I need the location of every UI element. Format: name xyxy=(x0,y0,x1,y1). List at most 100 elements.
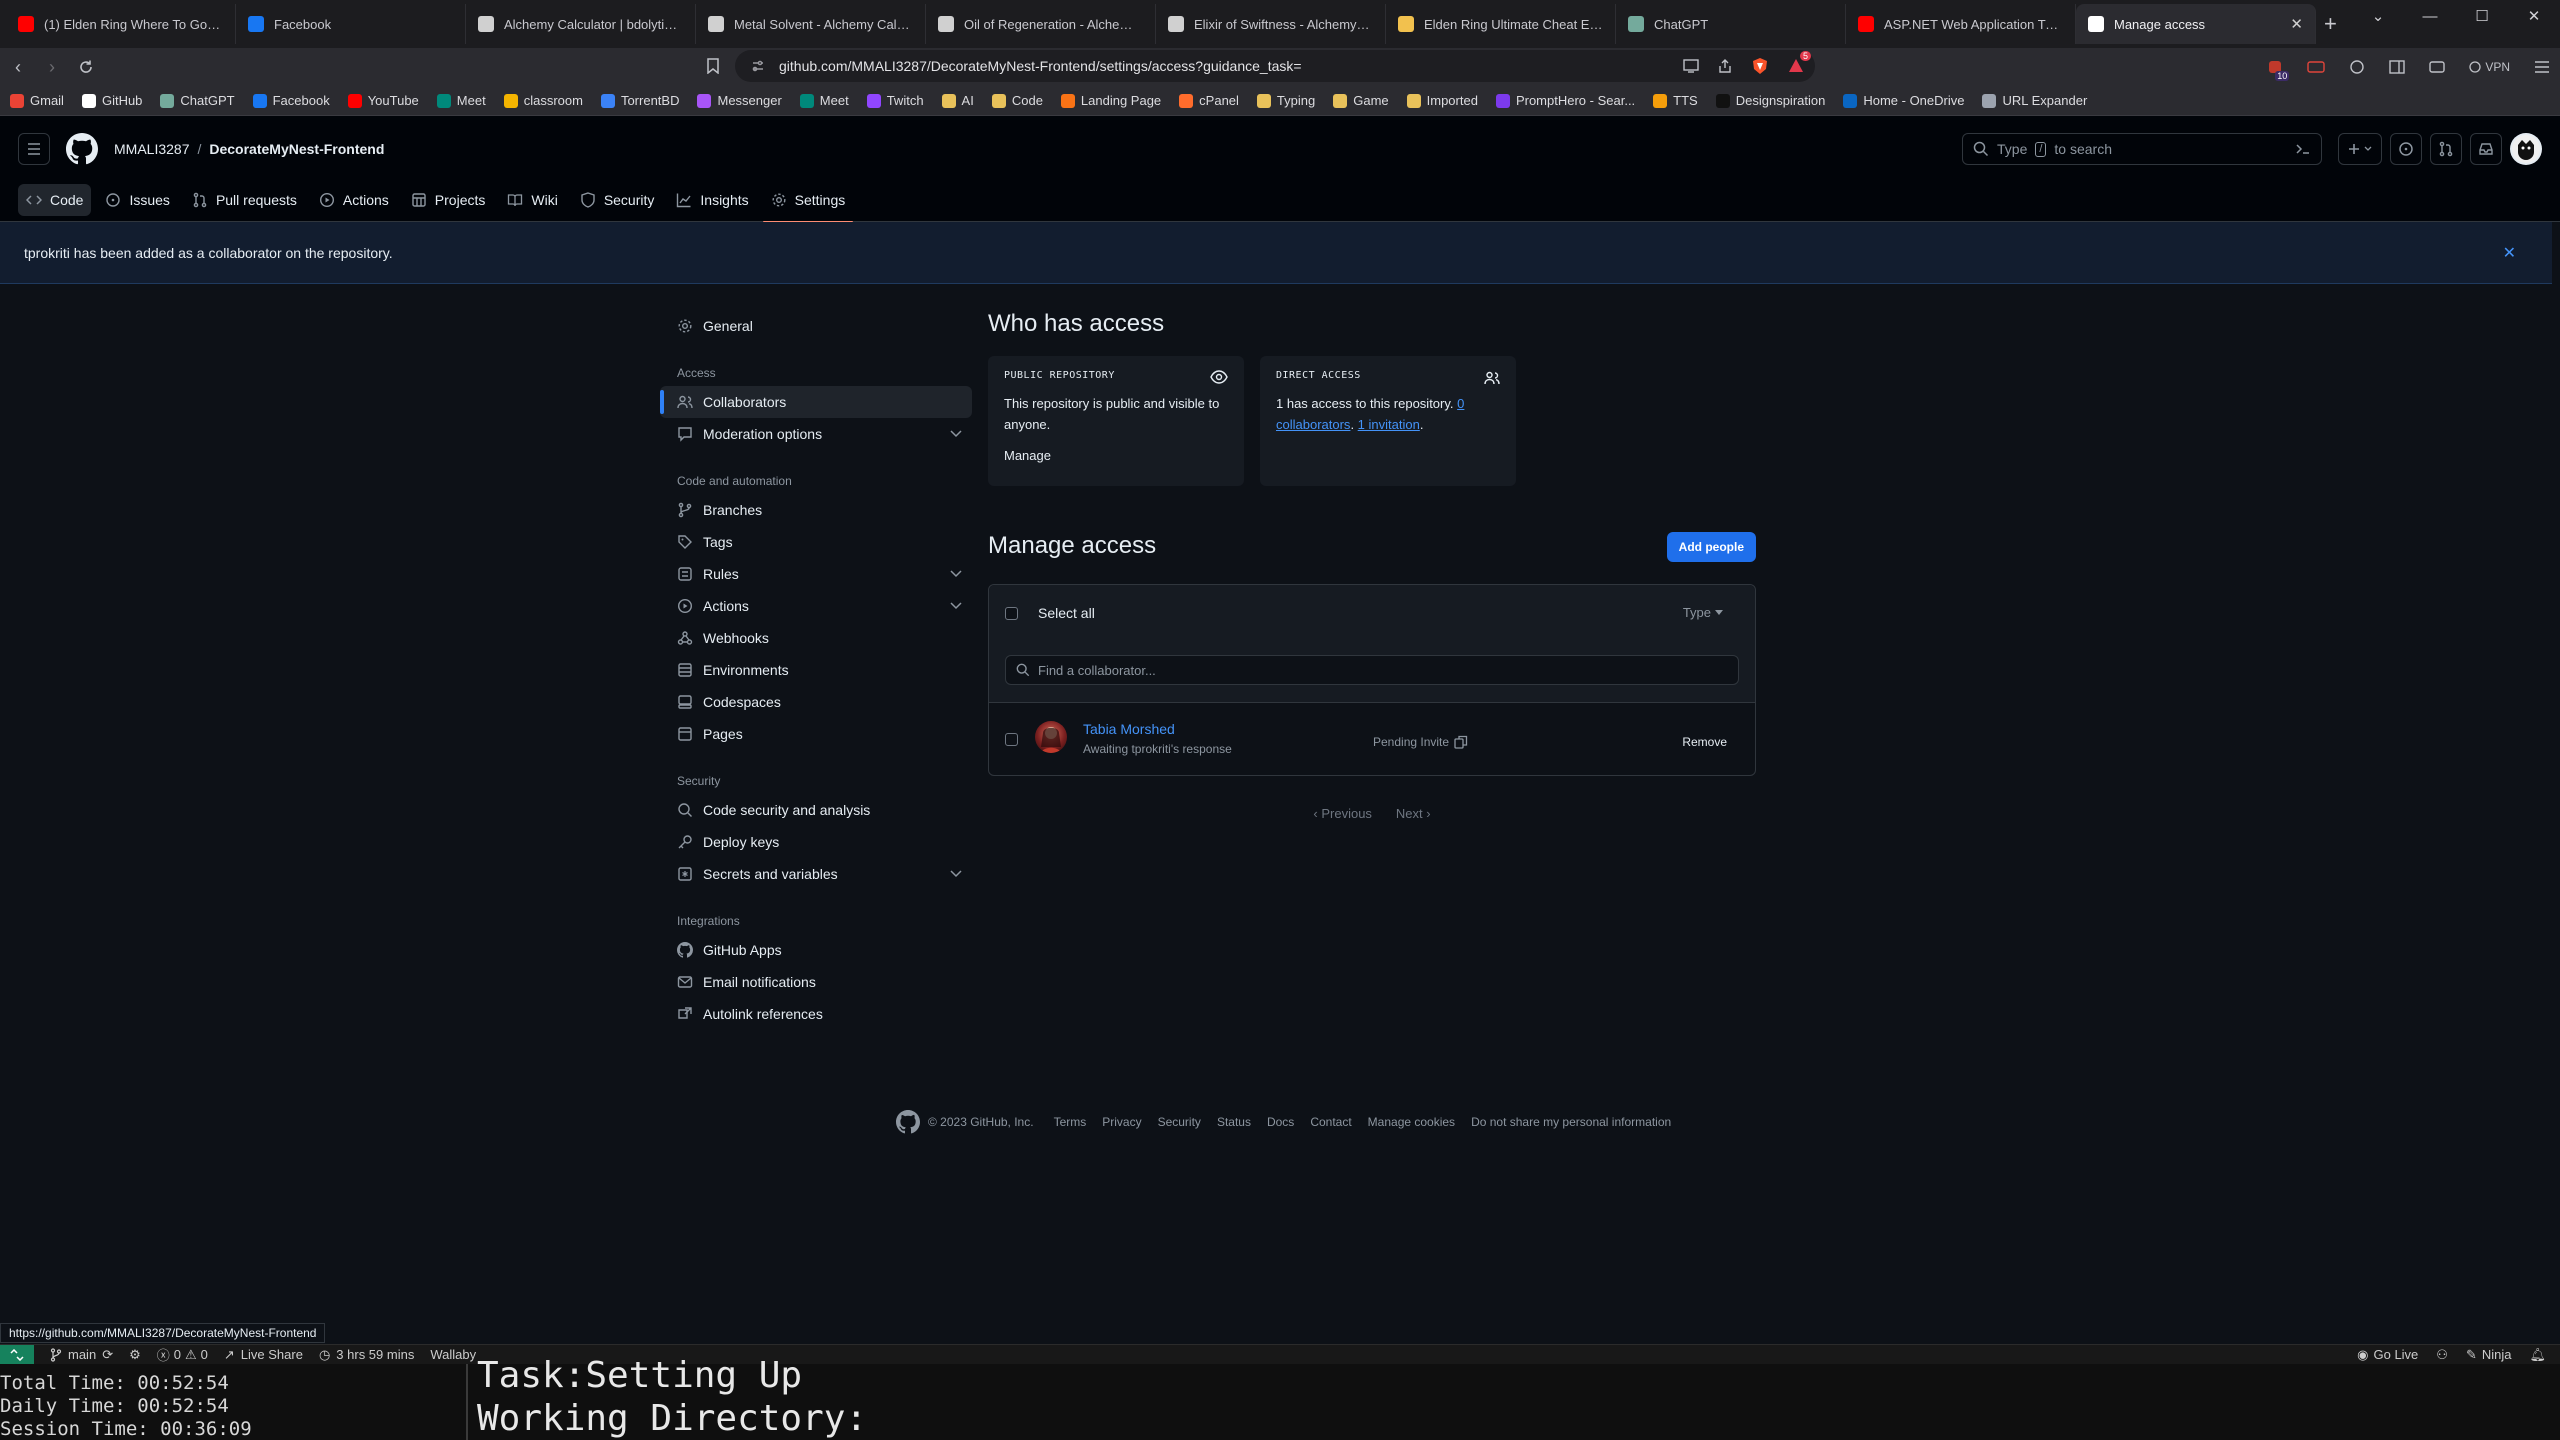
sidebar-item-actions[interactable]: Actions xyxy=(660,590,972,622)
share-icon[interactable] xyxy=(1717,58,1733,74)
close-window-icon[interactable]: ✕ xyxy=(2508,0,2560,32)
command-palette-icon[interactable] xyxy=(2295,141,2311,157)
new-tab-button[interactable]: + xyxy=(2324,11,2337,37)
bookmark-item[interactable]: YouTube xyxy=(347,93,419,108)
bookmark-item[interactable]: Typing xyxy=(1256,93,1315,108)
sidebar-item-rules[interactable]: Rules xyxy=(660,558,972,590)
repo-owner-link[interactable]: MMALI3287 xyxy=(114,141,189,157)
go-live-button[interactable]: ◉ Go Live xyxy=(2357,1347,2418,1363)
footer-link[interactable]: Security xyxy=(1158,1115,1201,1129)
vpn-button[interactable]: VPN xyxy=(2469,60,2510,74)
coding-time-indicator[interactable]: ◷ 3 hrs 59 mins xyxy=(319,1347,414,1363)
bookmark-item[interactable]: Home - OneDrive xyxy=(1843,93,1964,108)
sidebar-item-deploy-keys[interactable]: Deploy keys xyxy=(660,826,972,858)
browser-tab[interactable]: Oil of Regeneration - Alchemy Cal xyxy=(926,4,1156,44)
bookmark-item[interactable]: Imported xyxy=(1406,93,1478,108)
pull-requests-button[interactable] xyxy=(2430,133,2462,165)
git-graph-icon[interactable]: ⚙ xyxy=(129,1347,141,1363)
browser-tab[interactable]: Elixir of Swiftness - Alchemy Calcul xyxy=(1156,4,1386,44)
bookmark-item[interactable]: Code xyxy=(991,93,1043,108)
create-new-button[interactable] xyxy=(2338,133,2382,165)
bookmark-item[interactable]: classroom xyxy=(503,93,583,108)
tab-search-icon[interactable]: ⌄ xyxy=(2352,0,2404,32)
sync-icon[interactable]: ⟳ xyxy=(102,1347,113,1363)
sidebar-toggle-icon[interactable] xyxy=(2389,60,2406,74)
extension-icon[interactable]: 10 xyxy=(2267,59,2290,81)
sidebar-item-codespaces[interactable]: Codespaces xyxy=(660,686,972,718)
bookmark-item[interactable]: Landing Page xyxy=(1060,93,1161,108)
bookmark-item[interactable]: ChatGPT xyxy=(160,93,235,108)
bookmark-item[interactable]: Messenger xyxy=(697,93,782,108)
live-share-button[interactable]: ↗ Live Share xyxy=(224,1347,303,1363)
extension-icon[interactable] xyxy=(2307,61,2326,73)
find-collaborator-input[interactable]: Find a collaborator... xyxy=(1005,655,1739,685)
manage-visibility-link[interactable]: Manage xyxy=(1004,445,1228,466)
browser-tab[interactable]: Facebook xyxy=(236,4,466,44)
menu-icon[interactable] xyxy=(2534,60,2550,74)
bookmark-item[interactable]: PromptHero - Sear... xyxy=(1495,93,1635,108)
issues-button[interactable] xyxy=(2390,133,2422,165)
bookmark-item[interactable]: Twitch xyxy=(866,93,924,108)
bookmark-item[interactable]: Facebook xyxy=(252,93,330,108)
bookmark-item[interactable]: AI xyxy=(941,93,974,108)
bookmark-item[interactable]: Game xyxy=(1333,93,1389,108)
tab-settings[interactable]: Settings xyxy=(762,184,854,223)
sidebar-item-branches[interactable]: Branches xyxy=(660,494,972,526)
bookmark-item[interactable]: TTS xyxy=(1653,93,1698,108)
reload-button[interactable] xyxy=(70,51,102,83)
tab-projects[interactable]: Projects xyxy=(403,184,494,216)
notifications-bell-icon[interactable]: 🔔︎ xyxy=(2529,1347,2546,1363)
footer-link[interactable]: Terms xyxy=(1054,1115,1087,1129)
select-all-checkbox[interactable] xyxy=(1005,606,1018,620)
close-tab-icon[interactable]: ✕ xyxy=(2290,15,2303,33)
minimize-icon[interactable]: — xyxy=(2404,0,2456,32)
bookmark-icon[interactable] xyxy=(706,58,720,74)
wallaby-indicator[interactable]: Wallaby xyxy=(430,1347,476,1362)
repo-name-link[interactable]: DecorateMyNest-Frontend xyxy=(209,141,384,157)
sidebar-item-pages[interactable]: Pages xyxy=(660,718,972,750)
browser-tab[interactable]: Elden Ring Ultimate Cheat Engine xyxy=(1386,4,1616,44)
inbox-button[interactable] xyxy=(2470,133,2502,165)
github-logo-icon[interactable] xyxy=(66,133,98,165)
back-button[interactable]: ‹ xyxy=(2,51,34,83)
sidebar-item-code-security[interactable]: Code security and analysis xyxy=(660,794,972,826)
maximize-icon[interactable]: ☐ xyxy=(2456,0,2508,32)
bookmark-item[interactable]: Gmail xyxy=(10,93,64,108)
bookmark-item[interactable]: URL Expander xyxy=(1982,93,2087,108)
tab-wiki[interactable]: Wiki xyxy=(499,184,565,216)
browser-tab[interactable]: (1) Elden Ring Where To Go First | xyxy=(6,4,236,44)
footer-link[interactable]: Manage cookies xyxy=(1368,1115,1455,1129)
sidebar-item-moderation[interactable]: Moderation options xyxy=(660,418,972,450)
accounts-icon[interactable]: ⚇ xyxy=(2436,1347,2448,1363)
sidebar-item-github-apps[interactable]: GitHub Apps xyxy=(660,934,972,966)
github-logo-icon[interactable] xyxy=(896,1110,920,1134)
search-input[interactable]: Type / to search xyxy=(1962,133,2322,165)
invitations-count-link[interactable]: 1 invitation xyxy=(1358,417,1420,432)
previous-page-button[interactable]: ‹ Previous xyxy=(1313,806,1372,821)
browser-tab[interactable]: ChatGPT xyxy=(1616,4,1846,44)
collaborator-name-link[interactable]: Tabia Morshed xyxy=(1083,721,1175,737)
copy-icon[interactable] xyxy=(1454,735,1468,749)
brave-shield-icon[interactable] xyxy=(1751,57,1769,75)
collaborator-checkbox[interactable] xyxy=(1005,733,1018,746)
footer-link[interactable]: Status xyxy=(1217,1115,1251,1129)
forward-button[interactable]: › xyxy=(36,51,68,83)
sidebar-item-environments[interactable]: Environments xyxy=(660,654,972,686)
cast-icon[interactable] xyxy=(1683,59,1699,73)
sidebar-item-tags[interactable]: Tags xyxy=(660,526,972,558)
sidebar-item-secrets[interactable]: Secrets and variables xyxy=(660,858,972,890)
close-icon[interactable]: ✕ xyxy=(2503,243,2516,263)
browser-tab[interactable]: Metal Solvent - Alchemy Calculato xyxy=(696,4,926,44)
bookmark-item[interactable]: cPanel xyxy=(1179,93,1239,108)
global-nav-menu-button[interactable] xyxy=(18,133,50,165)
remote-icon[interactable] xyxy=(0,1344,34,1365)
sidebar-item-webhooks[interactable]: Webhooks xyxy=(660,622,972,654)
tab-actions[interactable]: Actions xyxy=(311,184,397,216)
type-filter-dropdown[interactable]: Type xyxy=(1683,605,1723,620)
tab-code[interactable]: Code xyxy=(18,184,92,216)
sidebar-item-email-notifications[interactable]: Email notifications xyxy=(660,966,972,998)
problems-indicator[interactable]: ⓧ 0 ⚠ 0 xyxy=(157,1345,208,1364)
sidebar-item-collaborators[interactable]: Collaborators xyxy=(660,386,972,418)
footer-link[interactable]: Privacy xyxy=(1102,1115,1141,1129)
brave-rewards-icon[interactable]: 5 xyxy=(1787,51,1811,75)
